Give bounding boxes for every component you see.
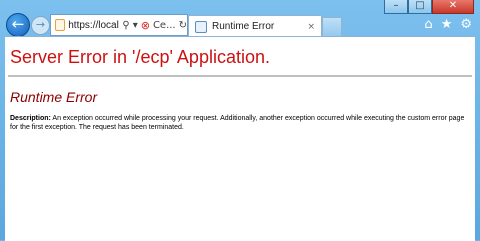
favorites-star-icon[interactable]: ★ [441,17,453,32]
tab-close-icon[interactable]: × [307,22,315,32]
refresh-icon[interactable]: ↻ [179,20,187,31]
title-divider [8,75,472,77]
minimize-button[interactable]: – [384,0,408,14]
window-controls: – □ ✕ [384,0,474,14]
address-bar[interactable]: https://local... ⚲ ▾ ⊗ Ce... ↻ [50,14,188,36]
description-label: Description: [10,115,51,122]
toolbar-icons: ⌂ ★ ⚙ [424,17,472,32]
page-favicon-icon [195,20,207,33]
address-url[interactable]: https://local... [68,20,119,31]
certificate-error-icon[interactable]: ⊗ [141,19,150,32]
tab-runtime-error[interactable]: Runtime Error × [188,15,322,37]
dropdown-chevron-icon[interactable]: ▾ [133,20,138,31]
error-subtitle: Runtime Error [10,89,98,105]
forward-button[interactable]: → [31,16,50,35]
page-content: Server Error in '/ecp' Application. Runt… [5,36,475,241]
settings-gear-icon[interactable]: ⚙ [460,17,472,32]
site-favicon-icon [55,19,66,31]
search-icon[interactable]: ⚲ [122,20,129,31]
tab-title: Runtime Error [212,21,275,32]
page-title: Server Error in '/ecp' Application. [10,47,270,67]
new-tab-button[interactable] [322,17,342,36]
close-window-button[interactable]: ✕ [432,0,474,14]
certificate-error-label[interactable]: Ce... [153,20,176,31]
home-icon[interactable]: ⌂ [424,17,432,32]
browser-window: – □ ✕ ← → https://local... ⚲ ▾ ⊗ Ce... ↻… [0,0,480,241]
error-description: Description: An exception occurred while… [10,114,470,132]
back-button[interactable]: ← [6,13,30,37]
description-text: An exception occurred while processing y… [10,115,465,131]
maximize-button[interactable]: □ [408,0,432,14]
